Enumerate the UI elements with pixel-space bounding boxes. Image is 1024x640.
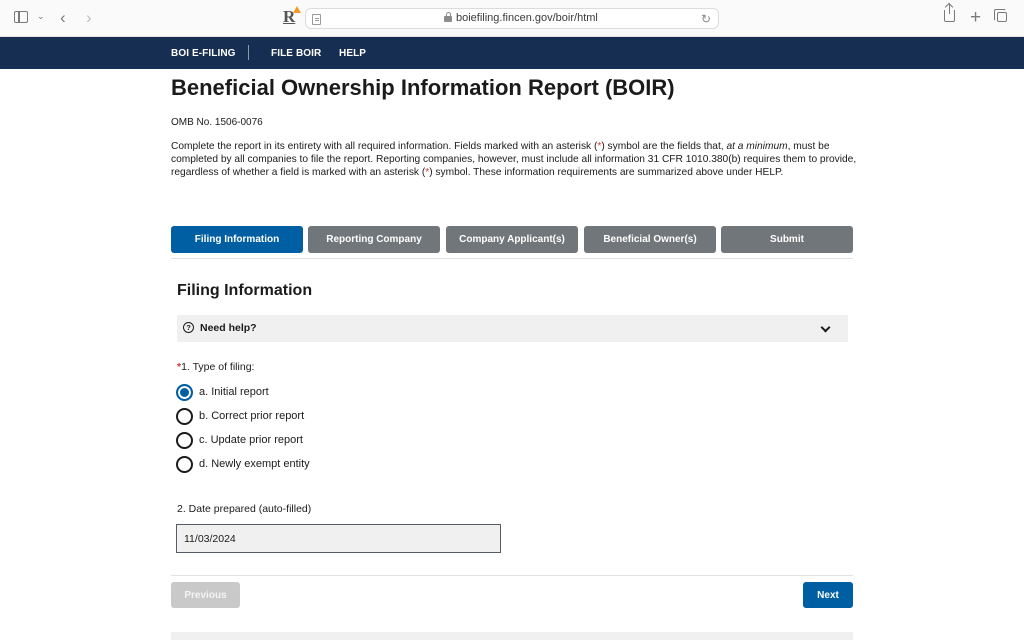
intro-text: Complete the report in its entirety with…	[171, 141, 857, 178]
divider	[171, 575, 853, 576]
chevron-down-icon[interactable]	[820, 322, 831, 333]
radio-button[interactable]	[176, 432, 193, 449]
chevron-down-icon[interactable]: ⌄	[37, 12, 45, 21]
nav-boi-efiling[interactable]: BOI E-FILING	[171, 48, 236, 59]
page-title: Beneficial Ownership Information Report …	[171, 75, 675, 100]
plus-icon[interactable]: +	[970, 8, 981, 27]
nav-divider	[248, 45, 249, 60]
radio-label: a. Initial report	[199, 386, 269, 398]
site-nav: BOI E-FILING FILE BOIR HELP	[0, 37, 1024, 69]
nav-help[interactable]: HELP	[339, 48, 366, 59]
reader-mode-icon[interactable]	[312, 14, 321, 25]
lock-icon	[444, 12, 452, 22]
radio-button[interactable]	[176, 384, 193, 401]
radio-button[interactable]	[176, 456, 193, 473]
share-icon[interactable]	[944, 4, 955, 22]
next-button[interactable]: Next	[803, 582, 853, 608]
step-submit[interactable]: Submit	[721, 226, 853, 253]
date-prepared-label: 2. Date prepared (auto-filled)	[177, 503, 312, 515]
need-help-accordion[interactable]: ? Need help?	[177, 315, 848, 342]
divider	[171, 258, 853, 259]
tabs-icon[interactable]	[994, 9, 1007, 22]
reload-icon[interactable]: ↻	[701, 12, 711, 26]
browser-toolbar: ⌄ ‹ › R boiefiling.fincen.gov/boir/html …	[0, 0, 1024, 37]
sidebar-icon[interactable]	[14, 11, 28, 23]
accordion-label: Need help?	[200, 322, 257, 334]
help-circle-icon: ?	[183, 322, 194, 333]
warning-badge-icon	[293, 6, 301, 13]
forward-arrow-icon[interactable]: ›	[86, 9, 92, 26]
address-bar[interactable]: boiefiling.fincen.gov/boir/html ↻	[305, 8, 719, 29]
back-arrow-icon[interactable]: ‹	[60, 9, 66, 26]
previous-button[interactable]: Previous	[171, 582, 240, 608]
url-text[interactable]: boiefiling.fincen.gov/boir/html	[456, 12, 598, 24]
type-of-filing-label: *1. Type of filing:	[177, 361, 255, 373]
bottom-panel	[171, 632, 853, 640]
radio-button[interactable]	[176, 408, 193, 425]
step-reporting-company[interactable]: Reporting Company	[308, 226, 440, 253]
section-title: Filing Information	[177, 282, 313, 299]
step-company-applicants[interactable]: Company Applicant(s)	[446, 226, 578, 253]
radio-label: c. Update prior report	[199, 434, 303, 446]
omb-number: OMB No. 1506-0076	[171, 117, 263, 128]
radio-label: b. Correct prior report	[199, 410, 305, 422]
nav-file-boir[interactable]: FILE BOIR	[271, 48, 321, 59]
step-beneficial-owners[interactable]: Beneficial Owner(s)	[584, 226, 716, 253]
step-filing-information[interactable]: Filing Information	[171, 226, 303, 253]
radio-label: d. Newly exempt entity	[199, 458, 310, 470]
date-prepared-input[interactable]	[176, 524, 501, 553]
